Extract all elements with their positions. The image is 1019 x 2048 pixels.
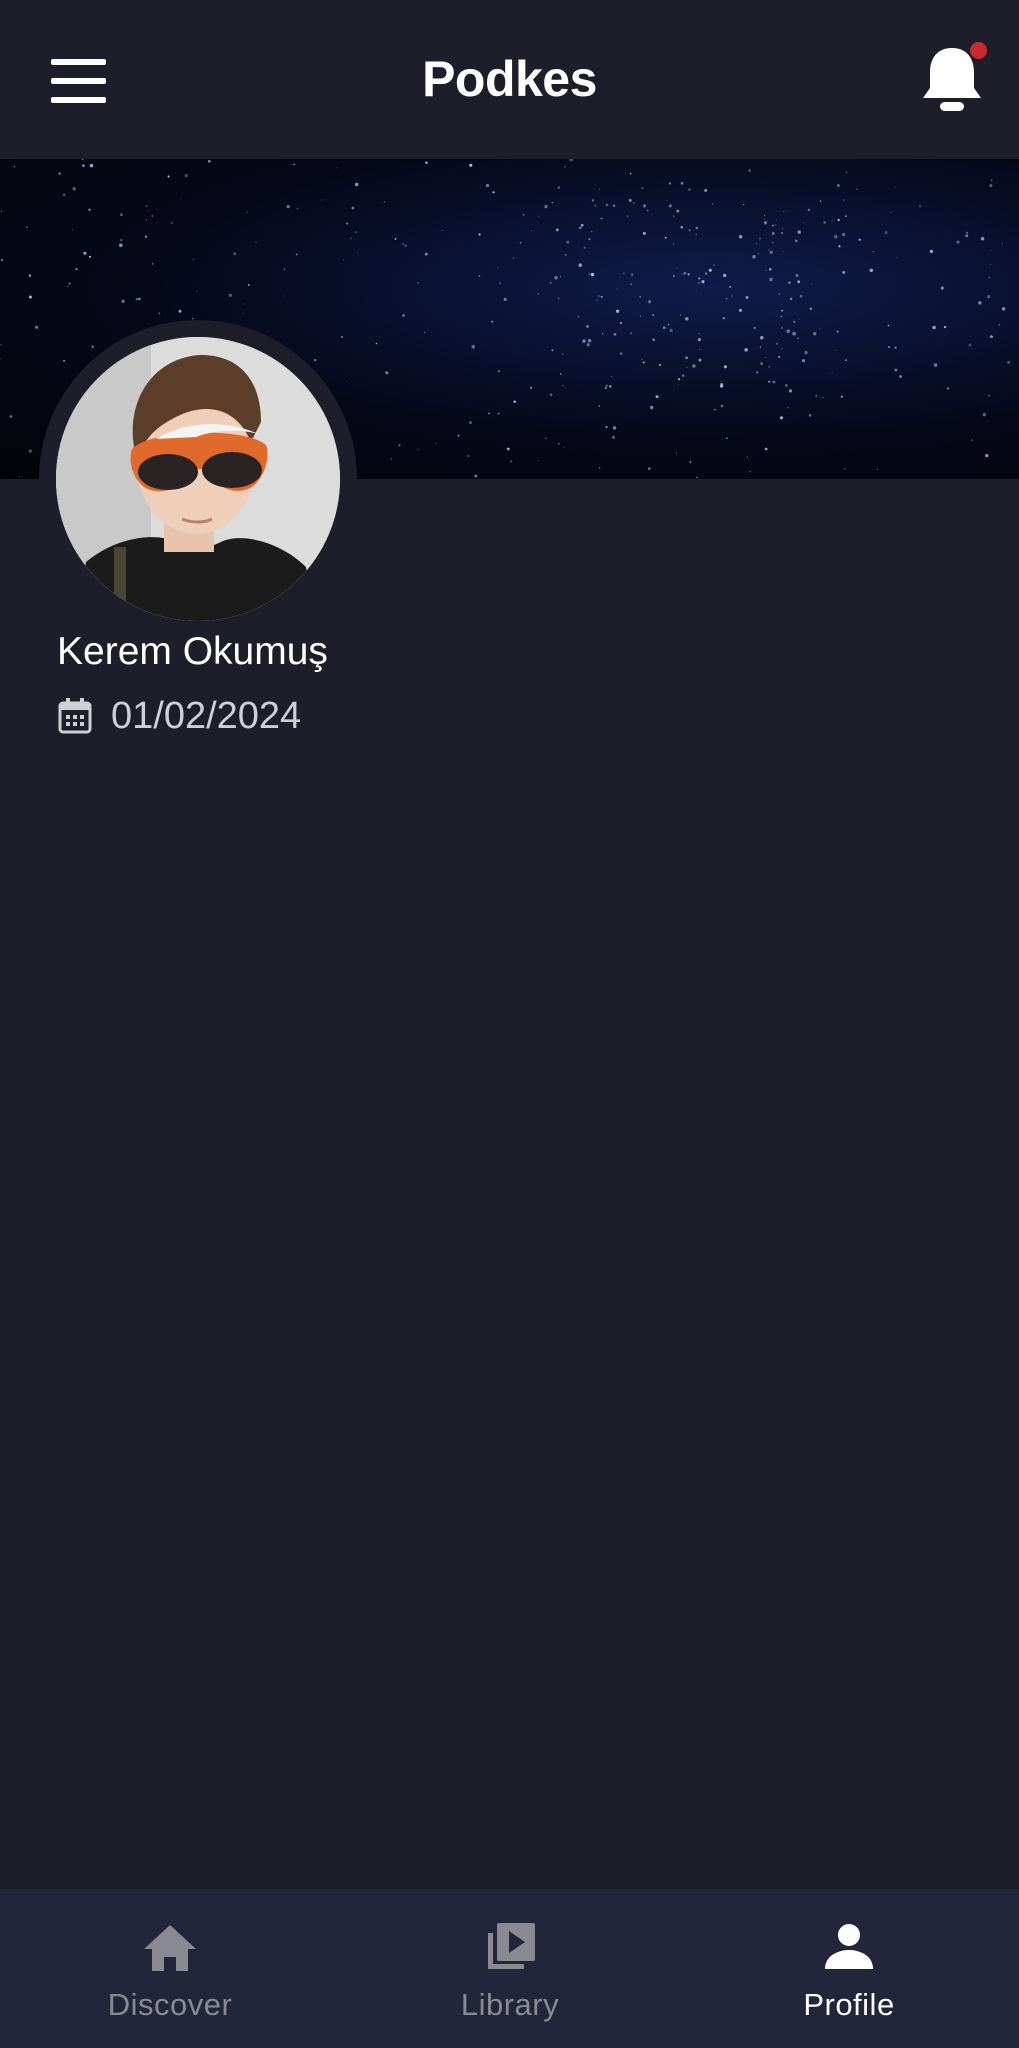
profile-join-date: 01/02/2024 (57, 692, 301, 740)
nav-item-library[interactable]: Library (340, 1889, 680, 2048)
nav-label-library: Library (460, 1987, 560, 2022)
app-title: Podkes (422, 51, 597, 107)
nav-item-profile[interactable]: Profile (679, 1889, 1019, 2048)
video-library-icon (488, 1923, 535, 1969)
bottom-navigation: Discover Library Profile (0, 1889, 1019, 2048)
profile-name: Kerem Okumuş (57, 630, 328, 673)
nav-item-discover[interactable]: Discover (0, 1889, 340, 2048)
notification-badge (970, 42, 987, 59)
home-icon (144, 1925, 196, 1971)
nav-label-discover: Discover (107, 1987, 233, 2022)
person-icon (825, 1924, 873, 1969)
menu-button[interactable] (48, 56, 110, 106)
avatar-photo (56, 337, 340, 621)
calendar-icon (58, 698, 92, 734)
avatar[interactable] (56, 337, 340, 621)
join-date-text: 01/02/2024 (111, 694, 302, 737)
nav-label-profile: Profile (803, 1987, 895, 2022)
top-app-bar: Podkes (0, 0, 1019, 159)
